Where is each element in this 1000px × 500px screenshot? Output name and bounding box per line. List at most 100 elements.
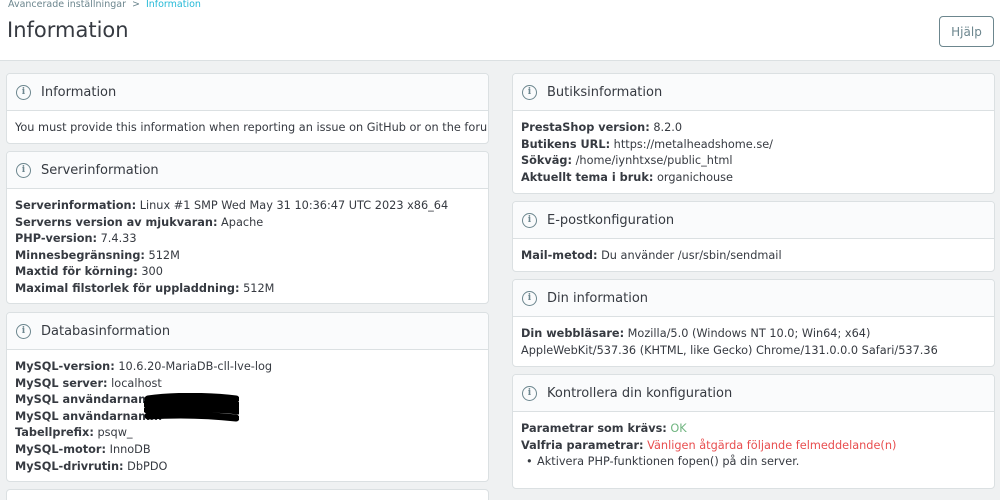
check-config-card: i Kontrollera din konfiguration Parametr… — [512, 374, 995, 489]
info-row: MySQL användarnamn: — [15, 392, 480, 409]
card-body: Mail-metod: Du använder /usr/sbin/sendma… — [513, 239, 994, 265]
info-value: 10.6.20-MariaDB-cll-lve-log — [114, 360, 273, 373]
info-label: Parametrar som krävs: — [521, 422, 667, 435]
info-label: MySQL användarnamn: — [15, 393, 163, 407]
shop-info-card: i Butiksinformation PrestaShop version: … — [512, 73, 995, 194]
info-value: /home/iynhtxse/public_html — [572, 154, 733, 168]
info-row: Serverns version av mjukvaran: Apache — [15, 215, 480, 232]
info-circle-icon: i — [522, 212, 537, 228]
info-row: PHP-version: 7.4.33 — [15, 231, 480, 248]
card-title: Din information — [547, 290, 649, 306]
card-header: i Databasinformation — [7, 313, 488, 350]
info-label: Minnesbegränsning: — [15, 248, 145, 262]
info-label: Serverns version av mjukvaran: — [15, 215, 218, 229]
info-row: Serverinformation: Linux #1 SMP Wed May … — [15, 198, 480, 215]
breadcrumb-current[interactable]: Information — [146, 0, 201, 10]
breadcrumb-parent-link[interactable]: Avancerade inställningar — [8, 0, 126, 10]
info-row: Maxtid för körning: 300 — [15, 264, 480, 281]
info-value: Linux #1 SMP Wed May 31 10:36:47 UTC 202… — [136, 199, 449, 212]
info-label: MySQL server: — [15, 376, 108, 390]
card-body: You must provide this information when r… — [7, 111, 488, 137]
info-label: MySQL-motor: — [15, 442, 107, 456]
info-label: PrestaShop version: — [521, 121, 650, 134]
info-value: DbPDO — [123, 459, 168, 473]
page-title: Information — [7, 18, 129, 42]
card-header: i Serverinformation — [7, 152, 488, 189]
info-label: Tabellprefix: — [15, 426, 94, 440]
card-header: i Butiksinformation — [513, 74, 994, 111]
info-row: MySQL-version: 10.6.20-MariaDB-cll-lve-l… — [15, 359, 480, 376]
info-value: 7.4.33 — [97, 232, 137, 246]
info-circle-icon: i — [522, 84, 537, 100]
info-value: Du använder /usr/sbin/sendmail — [597, 249, 782, 262]
card-title: Kontrollera din konfiguration — [547, 385, 733, 401]
info-circle-icon: i — [522, 385, 537, 401]
info-label: MySQL-version: — [15, 360, 115, 373]
info-label: MySQL användarnamn: — [15, 409, 163, 423]
info-value: 300 — [137, 265, 163, 279]
partial-card — [6, 489, 489, 500]
required-params-row: Parametrar som krävs: OK — [521, 421, 986, 438]
info-value: InnoDB — [106, 442, 151, 456]
info-row: Mail-metod: Du använder /usr/sbin/sendma… — [521, 248, 986, 265]
info-label: Maximal filstorlek för uppladdning: — [15, 281, 240, 295]
card-body: MySQL-version: 10.6.20-MariaDB-cll-lve-l… — [7, 350, 488, 475]
card-title: Information — [41, 84, 117, 100]
mail-config-card: i E-postkonfiguration Mail-metod: Du anv… — [512, 201, 995, 272]
info-row: Minnesbegränsning: 512M — [15, 248, 480, 265]
info-label: Butikens URL: — [521, 137, 611, 151]
info-row: MySQL-drivrutin: DbPDO — [15, 459, 480, 476]
info-value: 8.2.0 — [649, 121, 683, 134]
card-title: Butiksinformation — [547, 84, 663, 100]
info-label: MySQL-drivrutin: — [15, 459, 124, 473]
info-value: 512M — [144, 248, 180, 262]
info-circle-icon: i — [16, 323, 31, 339]
redaction-scribble — [144, 393, 239, 422]
card-body: Parametrar som krävs: OK Valfria paramet… — [513, 412, 994, 471]
info-row: PrestaShop version: 8.2.0 — [521, 120, 986, 137]
card-title: Databasinformation — [41, 323, 171, 339]
info-value: https://metalheadshome.se/ — [610, 137, 773, 151]
info-row: MySQL användarnamn: — [15, 409, 480, 426]
database-info-card: i Databasinformation MySQL-version: 10.6… — [6, 312, 489, 482]
info-row: Maximal filstorlek för uppladdning: 512M — [15, 281, 480, 298]
card-body: Serverinformation: Linux #1 SMP Wed May … — [7, 189, 488, 298]
info-value: psqw_ — [93, 426, 133, 440]
card-header: i E-postkonfiguration — [513, 202, 994, 239]
card-header: i Din information — [513, 280, 994, 317]
card-title: Serverinformation — [41, 162, 159, 178]
optional-params-row: Valfria parametrar: Vänligen åtgärda föl… — [521, 438, 986, 455]
help-button[interactable]: Hjälp — [939, 16, 994, 47]
card-body: Din webbläsare: Mozilla/5.0 (Windows NT … — [513, 317, 994, 359]
info-row: Tabellprefix: psqw_ — [15, 425, 480, 442]
card-header: i Information — [7, 74, 488, 111]
info-circle-icon: i — [522, 290, 537, 306]
info-row: Din webbläsare: Mozilla/5.0 (Windows NT … — [521, 326, 986, 359]
info-row: Sökväg: /home/iynhtxse/public_html — [521, 153, 986, 170]
info-label: PHP-version: — [15, 232, 98, 246]
info-value: localhost — [107, 376, 162, 390]
list-item: Aktivera PHP-funktionen fopen() på din s… — [521, 454, 986, 471]
info-label: Mail-metod: — [521, 249, 598, 262]
info-label: Sökväg: — [521, 154, 573, 168]
info-row: MySQL server: localhost — [15, 376, 480, 393]
info-circle-icon: i — [16, 84, 31, 100]
info-circle-icon: i — [16, 162, 31, 178]
card-header: i Kontrollera din konfiguration — [513, 375, 994, 412]
info-label: Din webbläsare: — [521, 327, 625, 340]
server-info-card: i Serverinformation Serverinformation: L… — [6, 151, 489, 304]
information-text: You must provide this information when r… — [15, 121, 489, 134]
breadcrumb-separator: > — [131, 0, 140, 10]
info-value: 512M — [239, 281, 275, 295]
info-row: Aktuellt tema i bruk: organichouse — [521, 170, 986, 187]
info-label: Maxtid för körning: — [15, 265, 138, 279]
info-row: MySQL-motor: InnoDB — [15, 442, 480, 459]
card-title: E-postkonfiguration — [547, 212, 675, 228]
info-label: Aktuellt tema i bruk: — [521, 170, 654, 184]
information-card: i Information You must provide this info… — [6, 73, 489, 144]
your-info-card: i Din information Din webbläsare: Mozill… — [512, 279, 995, 367]
info-label: Serverinformation: — [15, 199, 137, 212]
breadcrumb: Avancerade inställningar > Information — [8, 0, 201, 10]
info-row: Butikens URL: https://metalheadshome.se/ — [521, 137, 986, 154]
info-value: organichouse — [653, 170, 733, 184]
